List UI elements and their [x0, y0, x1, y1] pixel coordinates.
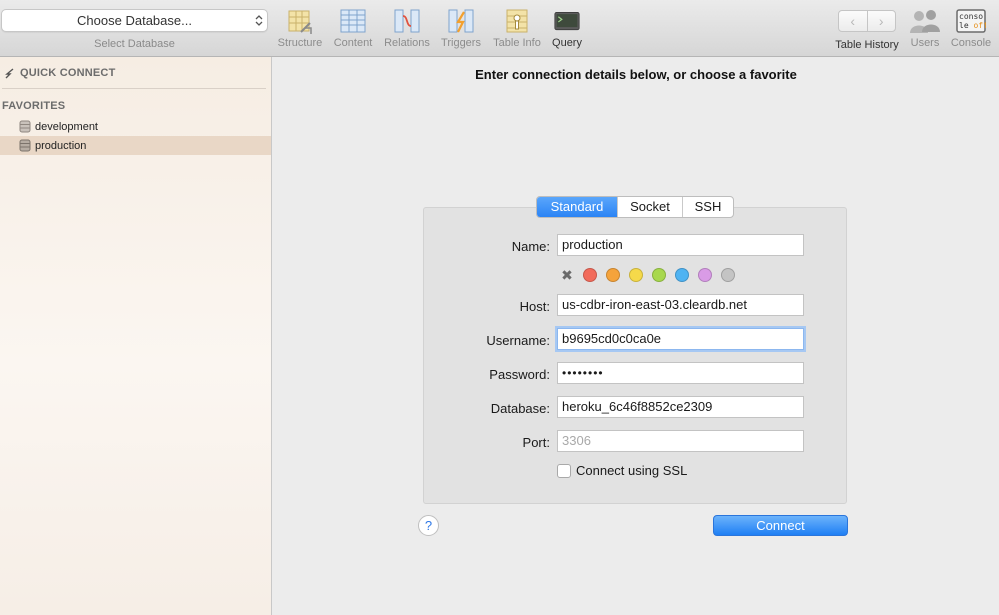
database-select[interactable]: Choose Database...	[1, 9, 268, 32]
help-button[interactable]: ?	[418, 515, 439, 536]
connect-button[interactable]: Connect	[713, 515, 848, 536]
color-tag-green[interactable]	[652, 268, 666, 282]
content-icon	[340, 9, 366, 33]
ssl-label: Connect using SSL	[576, 463, 688, 478]
favorite-item-development[interactable]: development	[0, 117, 271, 136]
host-field[interactable]: us-cdbr-iron-east-03.cleardb.net	[557, 294, 804, 316]
password-field[interactable]: ••••••••	[557, 362, 804, 384]
database-select-caption: Select Database	[94, 38, 175, 50]
structure-label: Structure	[277, 37, 323, 49]
chevron-updown-icon	[255, 15, 263, 26]
database-select-value: Choose Database...	[77, 13, 192, 28]
sidebar-divider	[2, 88, 266, 89]
tab-socket[interactable]: Socket	[617, 197, 682, 217]
color-tag-purple[interactable]	[698, 268, 712, 282]
console-icon-line-2: le off	[959, 21, 986, 30]
table-info-button[interactable]: Table Info	[490, 8, 544, 49]
users-label: Users	[910, 37, 940, 49]
database-label: Database:	[490, 401, 550, 416]
relations-button[interactable]: Relations	[381, 8, 433, 49]
table-info-label: Table Info	[493, 37, 541, 49]
query-button[interactable]: Query	[550, 8, 584, 49]
triggers-button[interactable]: Triggers	[438, 8, 484, 49]
favorite-label: development	[35, 120, 98, 133]
connection-type-tabs: Standard Socket SSH	[536, 196, 734, 218]
sidebar: QUICK CONNECT FAVORITES development prod…	[0, 57, 272, 615]
tab-ssh[interactable]: SSH	[682, 197, 733, 217]
ssl-checkbox[interactable]	[557, 463, 571, 478]
structure-icon	[288, 10, 312, 34]
relations-label: Relations	[384, 37, 430, 49]
console-label: Console	[950, 37, 992, 49]
connection-panel: Enter connection details below, or choos…	[273, 57, 999, 615]
favorites-heading: FAVORITES	[2, 100, 66, 112]
password-label: Password:	[489, 367, 550, 382]
forward-button[interactable]: ›	[866, 11, 896, 31]
query-label: Query	[552, 37, 582, 49]
users-button[interactable]: Users	[906, 8, 944, 49]
database-field[interactable]: heroku_6c46f8852ce2309	[557, 396, 804, 418]
database-icon	[19, 120, 31, 133]
color-tag-picker: ✖	[560, 268, 735, 282]
port-label: Port:	[522, 435, 550, 450]
console-icon: conso le off	[956, 9, 986, 33]
history-nav: ‹ ›	[838, 10, 896, 32]
username-label: Username:	[486, 333, 550, 348]
content-label: Content	[333, 37, 373, 49]
quick-connect-label: QUICK CONNECT	[20, 67, 116, 79]
chevron-left-icon: ‹	[850, 13, 856, 29]
color-tag-blue[interactable]	[675, 268, 689, 282]
toolbar: Choose Database... Select Database Struc…	[0, 0, 999, 57]
ssl-option[interactable]: Connect using SSL	[557, 463, 687, 478]
username-field[interactable]: b9695cd0c0ca0e	[557, 328, 804, 350]
console-icon-line-1: conso	[959, 12, 983, 21]
favorite-label: production	[35, 139, 87, 152]
table-history-label: Table History	[835, 39, 899, 51]
color-tag-red[interactable]	[583, 268, 597, 282]
back-button[interactable]: ‹	[839, 11, 867, 31]
users-icon	[910, 10, 940, 33]
port-field[interactable]: 3306	[557, 430, 804, 452]
database-icon	[19, 139, 31, 152]
name-field[interactable]: production	[557, 234, 804, 256]
color-tag-yellow[interactable]	[629, 268, 643, 282]
table-info-icon	[506, 9, 528, 33]
content-button[interactable]: Content	[330, 8, 376, 49]
query-icon	[554, 11, 580, 31]
quick-connect[interactable]: QUICK CONNECT	[4, 67, 116, 79]
clear-color-icon[interactable]: ✖	[560, 268, 574, 282]
lightning-icon	[5, 67, 14, 78]
triggers-icon	[448, 9, 474, 33]
triggers-label: Triggers	[441, 37, 481, 49]
chevron-right-icon: ›	[878, 13, 884, 29]
name-label: Name:	[511, 239, 550, 254]
console-button[interactable]: conso le off Console	[947, 8, 995, 49]
color-tag-orange[interactable]	[606, 268, 620, 282]
favorite-item-production[interactable]: production	[0, 136, 271, 155]
color-tag-gray[interactable]	[721, 268, 735, 282]
host-label: Host:	[519, 299, 550, 314]
tab-standard[interactable]: Standard	[537, 197, 617, 217]
structure-button[interactable]: Structure	[276, 8, 324, 49]
page-title: Enter connection details below, or choos…	[475, 67, 797, 82]
relations-icon	[394, 9, 420, 33]
table-history-button[interactable]: Table History	[830, 37, 904, 51]
